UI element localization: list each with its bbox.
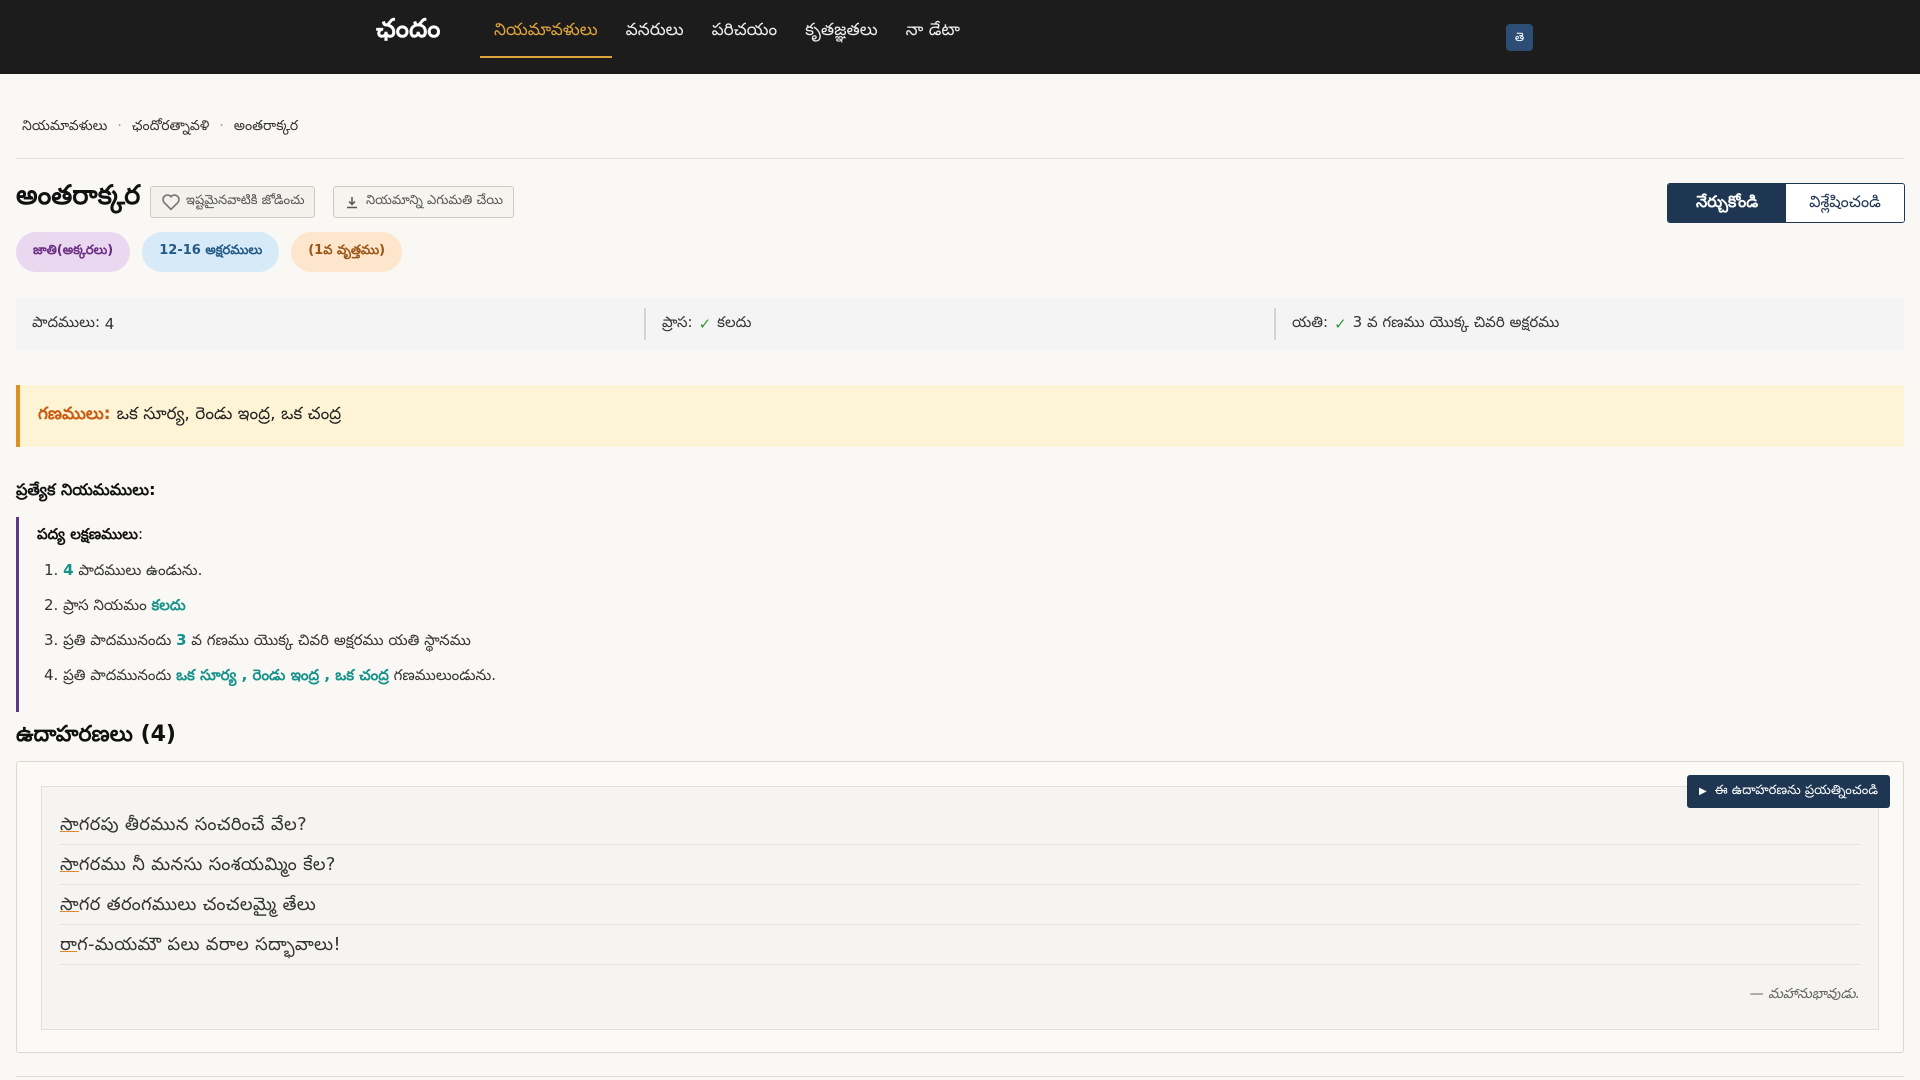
nav-item-resources[interactable]: వనరులు <box>612 0 698 58</box>
gana-value: ఒక సూర్య, రెండు ఇంద్ర, ఒక చంద్ర <box>116 404 342 424</box>
tag-list: జాతి(అక్కరలు) 12-16 అక్షరములు (1వ వృత్తమ… <box>16 232 403 272</box>
tag-category: జాతి(అక్కరలు) <box>16 232 131 272</box>
yati-value: 3 వ గణము యొక్క చివరి అక్షరము <box>1352 313 1560 331</box>
special-rules-heading: ప్రత్యేక నియమములు: <box>16 480 156 499</box>
breadcrumb-item-current: అంతరాక్కర <box>233 118 299 134</box>
page-title: అంతరాక్కర <box>16 180 141 211</box>
poem-line: సాగర తరంగములు చంచలమ్మై తేలు <box>60 885 1860 925</box>
add-to-favorites-button[interactable]: ఇష్టమైనవాటికి జోడించు <box>150 186 316 218</box>
divider <box>16 1076 1904 1077</box>
learn-mode-button[interactable]: నేర్చుకోండి <box>1668 184 1786 222</box>
breadcrumb-item-collection[interactable]: ఛందోరత్నావళి <box>132 118 210 137</box>
nav-item-rules[interactable]: నియమావళులు <box>480 0 612 58</box>
favorites-label: ఇష్టమైనవాటికి జోడించు <box>186 193 305 208</box>
check-icon: ✓ <box>1334 315 1347 333</box>
breadcrumb: నియమావళులు · ఛందోరత్నావళి · అంతరాక్కర <box>22 118 298 137</box>
rules-title: పద్య లక్షణములు: <box>37 525 144 543</box>
info-strip: పాదములు: 4 ప్రాస: ✓ కలదు యతి: ✓ 3 వ గణము… <box>16 298 1904 350</box>
poem-line: సాగరము నీ మనసు సంశయమ్మిం కేల? <box>60 845 1860 885</box>
play-icon: ▶ <box>1699 786 1707 797</box>
tag-order: (1వ వృత్తము) <box>291 232 403 272</box>
padamulu-value: 4 <box>104 315 115 333</box>
brand-logo[interactable]: ఛందం <box>376 14 440 50</box>
main-nav: నియమావళులు వనరులు పరిచయం కృతజ్ఞతలు నా డే… <box>480 0 974 74</box>
heart-icon <box>162 194 180 211</box>
nav-item-my-data[interactable]: నా డేటా <box>892 0 974 58</box>
rule-item: 1. 4 పాదములు ఉండును. <box>44 561 203 579</box>
examples-heading: ఉదాహరణలు (4) <box>16 722 176 747</box>
poem-line: రాగ-మయమౌ పలు వరాల సద్భావాలు! <box>60 925 1860 965</box>
try-example-button[interactable]: ▶ ఈ ఉదాహరణను ప్రయత్నించండి <box>1687 775 1890 808</box>
yati-label: యతి: <box>1292 313 1329 331</box>
prasa-value: కలదు <box>717 313 752 331</box>
analyze-mode-button[interactable]: విశ్లేషించండి <box>1786 184 1904 222</box>
top-navbar: ఛందం నియమావళులు వనరులు పరిచయం కృతజ్ఞతలు … <box>0 0 1920 74</box>
nav-item-about[interactable]: పరిచయం <box>698 0 792 58</box>
rule-item: 2. ప్రాస నియమం కలదు <box>44 596 186 614</box>
rule-item: 4. ప్రతి పాదమునందు ఒక సూర్య , రెండు ఇంద్… <box>44 666 497 684</box>
breadcrumb-separator: · <box>117 118 122 134</box>
gana-alert: గణములు: ఒక సూర్య, రెండు ఇంద్ర, ఒక చంద్ర <box>16 385 1904 447</box>
divider <box>16 158 1904 159</box>
padamulu-label: పాదములు: <box>32 313 100 331</box>
breadcrumb-separator: · <box>219 118 224 134</box>
poem: సాగరపు తీరమున సంచరించే వేల? సాగరము నీ మన… <box>60 805 1860 965</box>
info-yati: యతి: ✓ 3 వ గణము యొక్క చివరి అక్షరము <box>1274 308 1904 340</box>
check-icon: ✓ <box>698 315 712 333</box>
download-icon <box>347 196 357 208</box>
example-item: ▶ ఈ ఉదాహరణను ప్రయత్నించండి సాగరపు తీరమున… <box>41 775 1890 1030</box>
export-label: నియమాన్ని ఎగుమతి చేయి <box>366 193 504 208</box>
special-rules-box: పద్య లక్షణములు: 1. 4 పాదములు ఉండును. 2. … <box>16 517 1216 712</box>
language-toggle-button[interactable]: తె <box>1506 24 1533 51</box>
nav-item-thanks[interactable]: కృతజ్ఞతలు <box>791 0 892 58</box>
export-rule-button[interactable]: నియమాన్ని ఎగుమతి చేయి <box>333 186 515 218</box>
info-prasa: ప్రాస: ✓ కలదు <box>644 308 1274 340</box>
mode-toggle: నేర్చుకోండి విశ్లేషించండి <box>1667 183 1905 223</box>
try-example-label: ఈ ఉదాహరణను ప్రయత్నించండి <box>1714 782 1878 798</box>
breadcrumb-item-rules[interactable]: నియమావళులు <box>22 118 107 137</box>
gana-label: గణములు: <box>38 404 111 424</box>
prasa-label: ప్రాస: <box>662 313 693 331</box>
poem-line: సాగరపు తీరమున సంచరించే వేల? <box>60 805 1860 845</box>
info-padamulu: పాదములు: 4 <box>16 308 644 340</box>
poem-attribution: — మహానుభావుడు. <box>1749 986 1860 1002</box>
rule-item: 3. ప్రతి పాదమునందు 3 వ గణము యొక్క చివరి … <box>44 631 471 649</box>
examples-card: ▶ ఈ ఉదాహరణను ప్రయత్నించండి సాగరపు తీరమున… <box>16 761 1904 1053</box>
tag-syllables: 12-16 అక్షరములు <box>142 232 280 272</box>
